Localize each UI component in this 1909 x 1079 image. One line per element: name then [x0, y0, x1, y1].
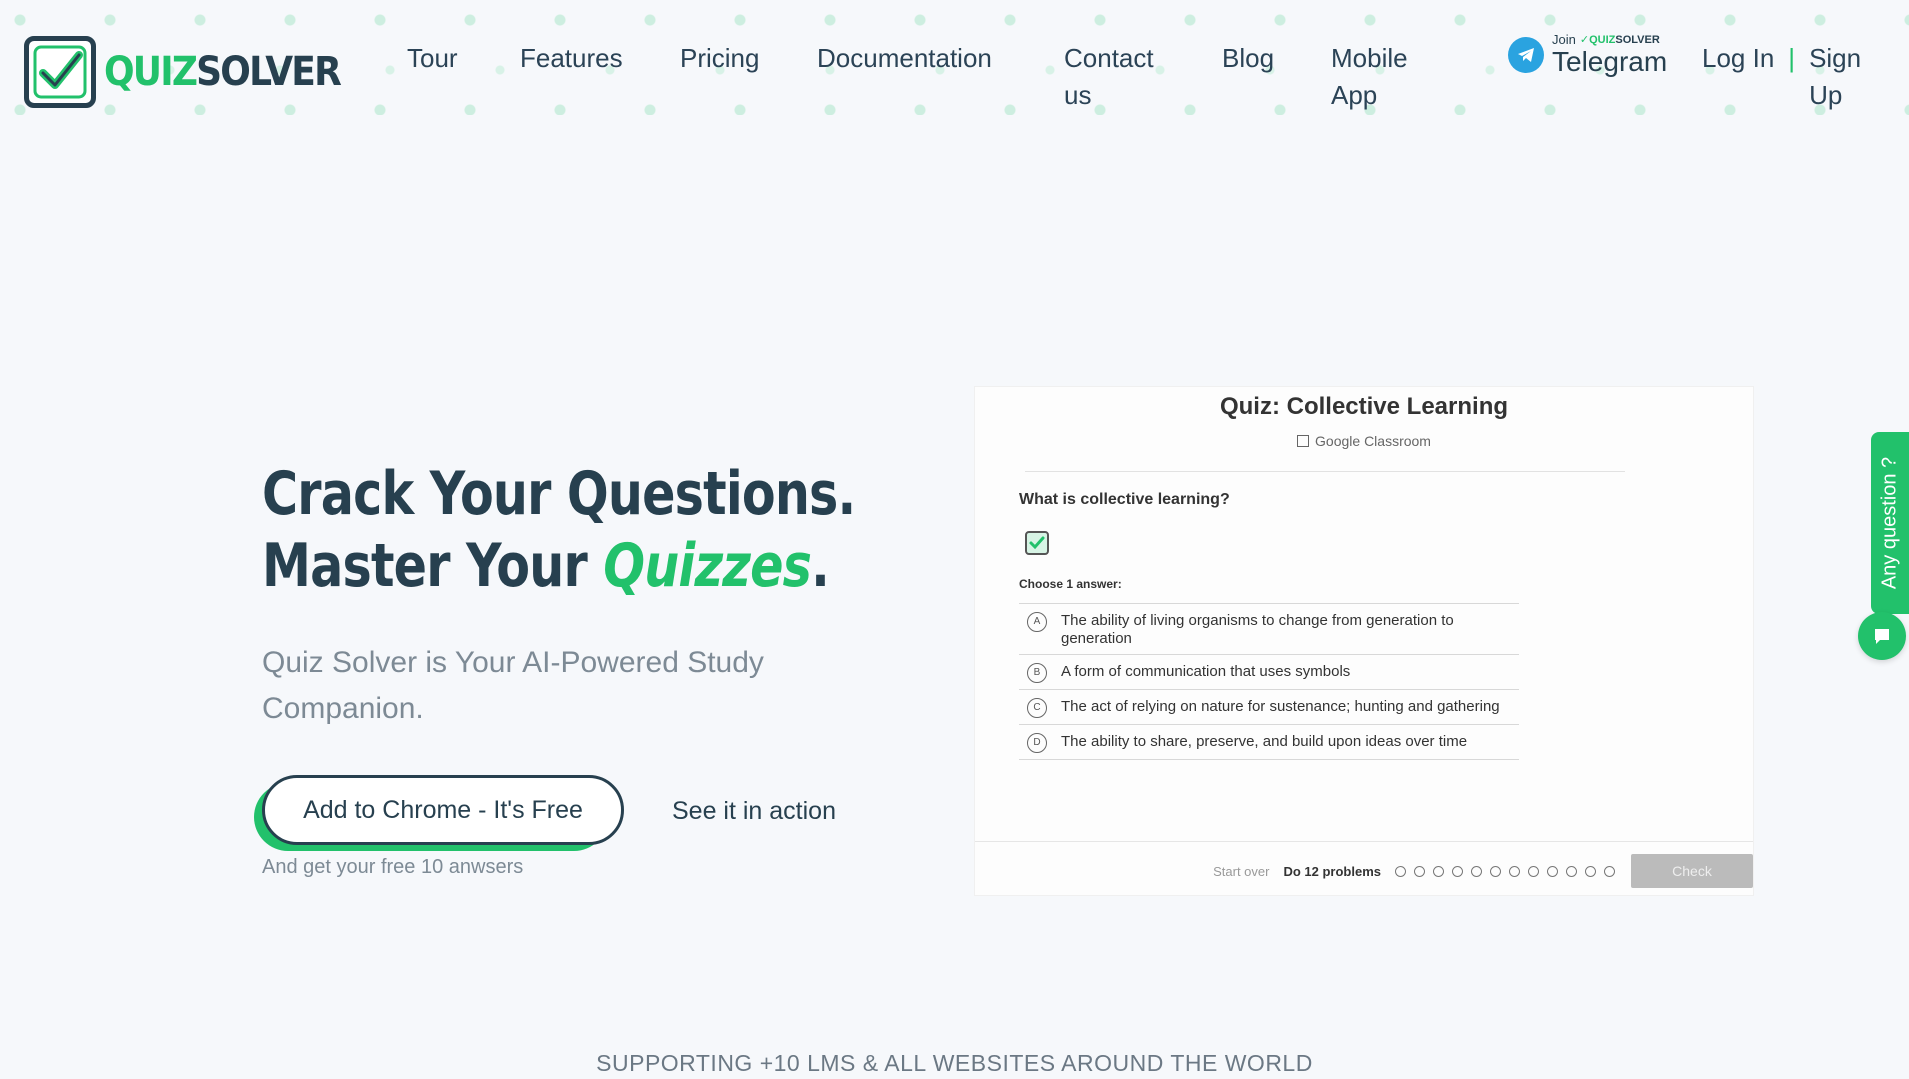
- progress-dot: [1566, 865, 1577, 877]
- progress-dot: [1604, 865, 1615, 877]
- progress-dot: [1433, 865, 1444, 877]
- logo-wordmark: QUIZSOLVER: [104, 49, 342, 95]
- auth-separator: |: [1788, 43, 1796, 73]
- telegram-icon: [1508, 36, 1544, 73]
- start-over-link[interactable]: Start over: [1213, 864, 1269, 879]
- signup-link[interactable]: Sign Up: [1809, 40, 1861, 114]
- answer-letter: D: [1027, 733, 1047, 753]
- hero-title-line1: Crack Your Questions.: [262, 459, 856, 529]
- quiz-footer-divider: [975, 841, 1753, 842]
- progress-dot: [1471, 865, 1482, 877]
- hero-subtitle: Quiz Solver is Your AI-Powered Study Com…: [262, 646, 764, 725]
- nav-documentation[interactable]: Documentation: [817, 40, 992, 77]
- answer-option-b[interactable]: B A form of communication that uses symb…: [1019, 654, 1519, 689]
- free-answers-note: And get your free 10 anwsers: [262, 856, 524, 878]
- hero-title-accent: Quizzes: [603, 531, 812, 601]
- classroom-icon: [1297, 435, 1310, 447]
- telegram-link[interactable]: Join ✓QUIZSOLVER Telegram: [1508, 32, 1667, 77]
- site-header: QUIZSOLVER Tour Features Pricing Documen…: [0, 0, 1909, 115]
- quiz-question: What is collective learning?: [1019, 491, 1230, 508]
- nav-features[interactable]: Features: [520, 40, 623, 77]
- quizsolver-check-icon[interactable]: [1025, 531, 1049, 555]
- quizsolver-logo[interactable]: QUIZSOLVER: [24, 36, 366, 108]
- nav-contact-us[interactable]: Contact us: [1064, 40, 1154, 114]
- answer-letter: C: [1027, 698, 1047, 718]
- progress-dot: [1509, 865, 1520, 877]
- see-it-in-action-link[interactable]: See it in action: [672, 794, 836, 828]
- progress-dot: [1414, 865, 1425, 877]
- check-button[interactable]: Check: [1631, 854, 1753, 888]
- progress-dots: [1395, 865, 1615, 877]
- answer-letter: A: [1027, 612, 1047, 632]
- nav-pricing[interactable]: Pricing: [680, 40, 759, 77]
- support-banner: SUPPORTING +10 LMS & ALL WEBSITES AROUND…: [596, 1050, 1313, 1076]
- login-link[interactable]: Log In: [1702, 43, 1774, 73]
- quiz-divider: [1025, 471, 1625, 472]
- answer-text: A form of communication that uses symbol…: [1061, 663, 1351, 680]
- any-question-label: Any question ?: [1878, 456, 1901, 590]
- progress-dot: [1490, 865, 1501, 877]
- answer-text: The act of relying on nature for sustena…: [1061, 698, 1500, 715]
- answer-list: A The ability of living organisms to cha…: [1019, 603, 1519, 760]
- auth-links: Log In | Sign Up: [1702, 40, 1861, 114]
- progress-dot: [1547, 865, 1558, 877]
- telegram-join-label: Join: [1552, 32, 1576, 47]
- progress-dot: [1395, 865, 1406, 877]
- progress-dot: [1585, 865, 1596, 877]
- answer-option-c[interactable]: C The act of relying on nature for suste…: [1019, 689, 1519, 724]
- hero-title: Crack Your Questions. Master Your Quizze…: [262, 458, 856, 602]
- hero-title-line2: Master Your Quizzes.: [262, 531, 830, 601]
- add-to-chrome-button[interactable]: Add to Chrome - It's Free: [262, 775, 624, 845]
- answer-letter: B: [1027, 663, 1047, 683]
- answer-option-d[interactable]: D The ability to share, preserve, and bu…: [1019, 724, 1519, 760]
- nav-tour[interactable]: Tour: [407, 40, 458, 77]
- progress-dot: [1452, 865, 1463, 877]
- answer-text: The ability of living organisms to chang…: [1061, 612, 1454, 647]
- chat-button[interactable]: [1858, 612, 1906, 660]
- nav-mobile-app[interactable]: Mobile App: [1331, 40, 1408, 114]
- quiz-preview: Quiz: Collective Learning Google Classro…: [974, 386, 1754, 896]
- telegram-mini-logo: ✓QUIZSOLVER: [1579, 34, 1660, 46]
- quiz-source: Google Classroom: [975, 433, 1753, 449]
- answer-option-a[interactable]: A The ability of living organisms to cha…: [1019, 603, 1519, 654]
- nav-blog[interactable]: Blog: [1222, 40, 1274, 77]
- choose-label: Choose 1 answer:: [1019, 577, 1122, 591]
- logo-check-icon: [24, 36, 96, 108]
- progress-dot: [1528, 865, 1539, 877]
- telegram-label: Telegram: [1552, 46, 1668, 77]
- quiz-footer: Start over Do 12 problems Check: [1213, 853, 1753, 889]
- quiz-title: Quiz: Collective Learning: [1219, 393, 1509, 420]
- any-question-tab[interactable]: Any question ?: [1871, 432, 1909, 614]
- answer-text: The ability to share, preserve, and buil…: [1061, 733, 1468, 750]
- cta-wrapper: Add to Chrome - It's Free: [254, 775, 626, 853]
- chat-icon: [1875, 629, 1889, 644]
- do-problems-label: Do 12 problems: [1283, 863, 1381, 879]
